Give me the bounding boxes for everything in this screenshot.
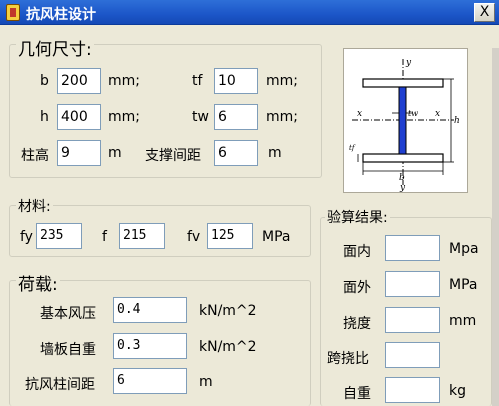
deflection-output[interactable] xyxy=(385,307,440,333)
web xyxy=(398,86,407,155)
f-input[interactable]: 215 xyxy=(119,223,165,249)
column-spacing-label: 抗风柱间距 xyxy=(25,377,95,393)
h-label: h xyxy=(40,109,49,125)
diagram-label-x-left: x xyxy=(357,109,362,119)
b-label: b xyxy=(40,73,49,89)
diagram-label-tf: tf xyxy=(349,144,356,152)
wall-weight-unit: kN/m^2 xyxy=(199,339,257,355)
bottom-flange xyxy=(362,153,444,163)
tw-input[interactable]: 6 xyxy=(214,104,258,130)
window-title: 抗风柱设计 xyxy=(26,7,96,23)
self-weight-label: 自重 xyxy=(343,386,371,402)
window-edge xyxy=(492,48,499,406)
h-input[interactable]: 400 xyxy=(57,104,101,130)
tf-unit: mm; xyxy=(266,73,298,89)
wind-pressure-input[interactable]: 0.4 xyxy=(113,297,187,323)
fy-label: fy xyxy=(20,229,33,245)
wind-pressure-label: 基本风压 xyxy=(40,306,96,322)
material-unit: MPa xyxy=(262,229,291,245)
column-height-unit: m xyxy=(108,145,122,161)
self-weight-output[interactable] xyxy=(385,377,440,403)
fv-input[interactable]: 125 xyxy=(207,223,253,249)
app-icon xyxy=(6,4,20,21)
deflection-label: 挠度 xyxy=(343,316,371,332)
out-plane-unit: MPa xyxy=(449,277,478,293)
wall-weight-input[interactable]: 0.3 xyxy=(113,333,187,359)
fv-label: fv xyxy=(187,229,201,245)
results-legend: 验算结果: xyxy=(325,207,390,227)
brace-spacing-unit: m xyxy=(268,145,282,161)
brace-spacing-label: 支撑间距 xyxy=(145,148,201,164)
in-plane-output[interactable] xyxy=(385,235,440,261)
loads-legend: 荷载: xyxy=(16,270,60,295)
diagram-label-x-right: x xyxy=(435,109,440,119)
span-ratio-label: 跨挠比 xyxy=(327,351,369,367)
column-height-input[interactable]: 9 xyxy=(57,140,101,166)
brace-spacing-input[interactable]: 6 xyxy=(214,140,258,166)
column-height-label: 柱高 xyxy=(21,148,49,164)
material-legend: 材料: xyxy=(16,196,53,216)
out-plane-label: 面外 xyxy=(343,280,371,296)
self-weight-unit: kg xyxy=(449,383,466,399)
tf-label: tf xyxy=(192,73,203,89)
column-spacing-input[interactable]: 6 xyxy=(113,368,187,394)
tw-label: tw xyxy=(192,109,209,125)
in-plane-label: 面内 xyxy=(343,244,371,260)
b-input[interactable]: 200 xyxy=(57,68,101,94)
h-unit: mm; xyxy=(108,109,140,125)
wall-weight-label: 墙板自重 xyxy=(40,342,96,358)
b-unit: mm; xyxy=(108,73,140,89)
in-plane-unit: Mpa xyxy=(449,241,479,257)
deflection-unit: mm xyxy=(449,313,477,329)
tf-input[interactable]: 10 xyxy=(214,68,258,94)
column-spacing-unit: m xyxy=(199,374,213,390)
diagram-label-h: h xyxy=(454,116,460,126)
diagram-label-y-top: y xyxy=(405,58,412,68)
wind-pressure-unit: kN/m^2 xyxy=(199,303,257,319)
title-bar: 抗风柱设计 X xyxy=(0,0,499,25)
diagram-label-y-bottom: y xyxy=(399,183,406,192)
span-ratio-output[interactable] xyxy=(385,342,440,368)
section-diagram: y y x x tw h tf b xyxy=(343,48,468,193)
tw-unit: mm; xyxy=(266,109,298,125)
diagram-label-b: b xyxy=(399,173,405,183)
f-label: f xyxy=(102,229,107,245)
close-button[interactable]: X xyxy=(474,3,495,22)
fy-input[interactable]: 235 xyxy=(36,223,82,249)
top-flange xyxy=(362,78,444,88)
diagram-label-tw: tw xyxy=(408,109,418,118)
out-plane-output[interactable] xyxy=(385,271,440,297)
geometry-legend: 几何尺寸: xyxy=(16,35,94,60)
